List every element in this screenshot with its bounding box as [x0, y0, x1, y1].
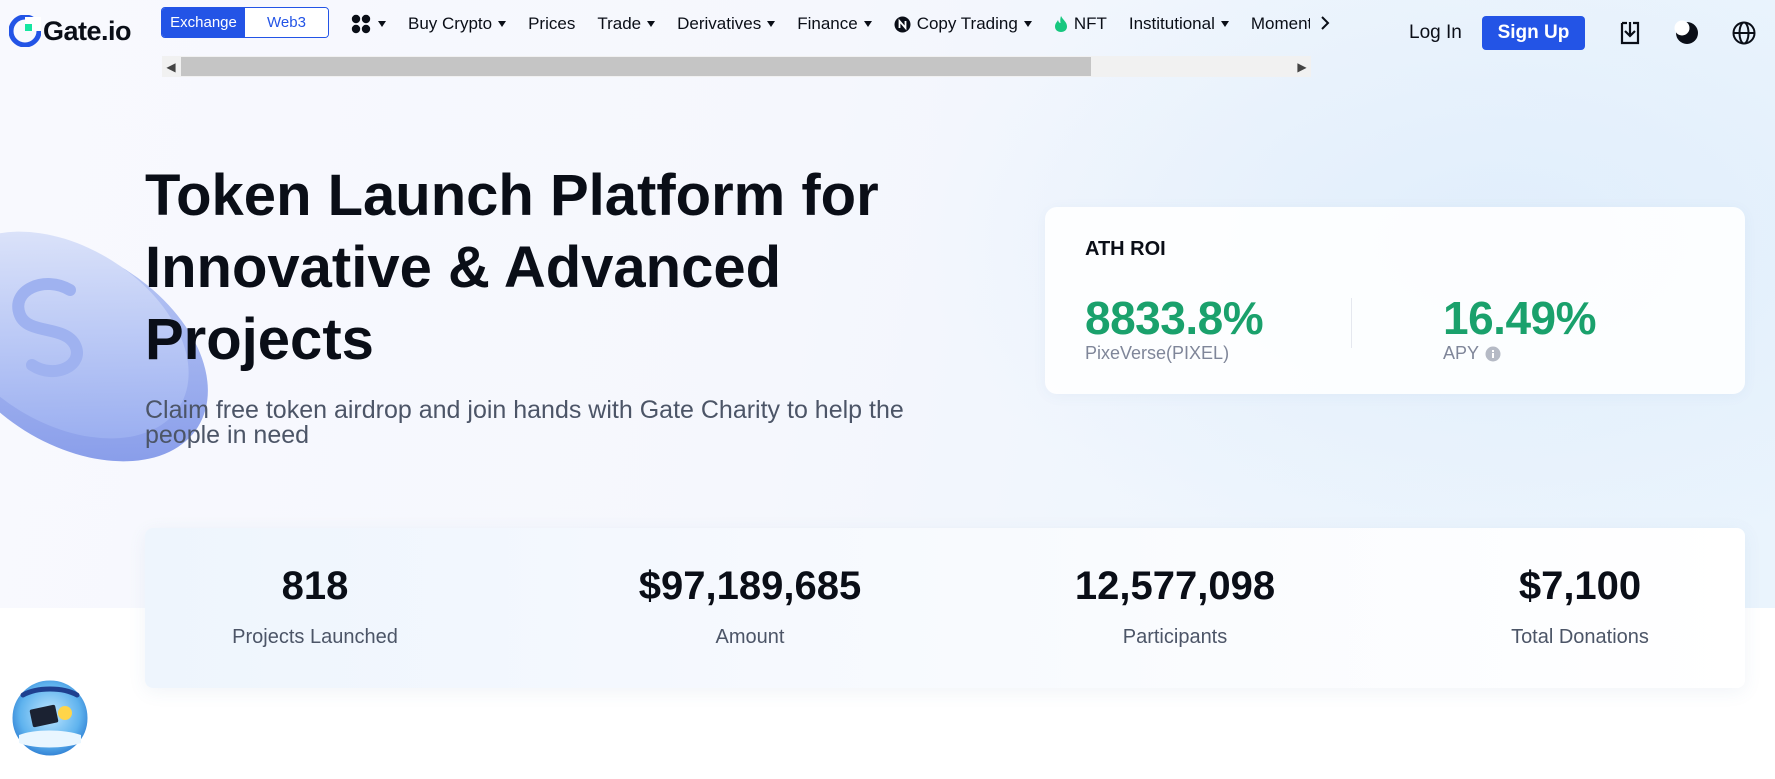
scrollbar-thumb[interactable]: [181, 57, 1091, 76]
nav-label: NFT: [1073, 14, 1107, 33]
ath-roi-card: ATH ROI 8833.8% PixeVerse(PIXEL) 16.49% …: [1045, 207, 1745, 394]
chevron-down-icon: [1220, 21, 1229, 27]
exchange-web3-switch: Exchange Web3: [161, 7, 329, 38]
apps-grid-icon: [351, 14, 371, 34]
stat-participants: 12,577,098 Participants: [1030, 562, 1320, 649]
gate-logo-icon: [9, 15, 41, 47]
apy-value: 16.49%: [1443, 292, 1597, 344]
ath-roi-project-label: PixeVerse(PIXEL): [1085, 343, 1229, 364]
hero-title-line: Innovative & Advanced: [145, 235, 782, 300]
chevron-down-icon: [863, 21, 872, 27]
roi-card-title: ATH ROI: [1085, 238, 1166, 260]
exchange-tab[interactable]: Exchange: [162, 8, 245, 37]
nav-buy-crypto[interactable]: Buy Crypto: [408, 14, 507, 34]
nav-label: Institutional: [1128, 14, 1215, 33]
scroll-right-arrow[interactable]: ▶: [1293, 56, 1311, 77]
stat-label: Total Donations: [1511, 626, 1649, 648]
stats-panel: 818 Projects Launched $97,189,685 Amount…: [145, 528, 1745, 688]
theme-toggle-icon[interactable]: [1674, 20, 1700, 46]
hero-title: Token Launch Platform for Innovative & A…: [145, 160, 995, 376]
stat-total-donations: $7,100 Total Donations: [1450, 562, 1710, 649]
info-icon[interactable]: [1485, 346, 1501, 362]
chevron-down-icon: [1023, 21, 1032, 27]
apy-label-text: APY: [1443, 343, 1480, 363]
apps-menu[interactable]: [350, 13, 386, 35]
project-name: PixeVerse(PIXEL): [1085, 343, 1230, 363]
main-nav: Buy Crypto Prices Trade Derivatives Fina…: [350, 0, 1310, 48]
nft-flame-icon: [1054, 16, 1067, 32]
nav-nft[interactable]: NFT: [1054, 14, 1107, 34]
nav-trade[interactable]: Trade: [597, 14, 656, 34]
nav-derivatives[interactable]: Derivatives: [677, 14, 776, 34]
nav-label: Prices: [528, 14, 576, 33]
stat-value: 818: [281, 564, 349, 608]
stat-label: Amount: [715, 626, 785, 648]
nav-finance[interactable]: Finance: [797, 14, 872, 34]
nav-label: Copy Trading: [916, 14, 1018, 33]
stat-value: $97,189,685: [638, 564, 862, 608]
logo-text: Gate.io: [43, 15, 132, 46]
download-icon[interactable]: [1617, 20, 1643, 46]
p2p-promo-badge-icon[interactable]: [9, 677, 91, 759]
nav-horizontal-scrollbar[interactable]: ◀ ▶: [162, 56, 1311, 77]
nav-label: Buy Crypto: [408, 14, 493, 33]
nav-label: Moments: [1250, 14, 1310, 33]
nav-label: Finance: [797, 14, 858, 33]
chevron-right-icon: [1321, 16, 1330, 30]
stat-label: Projects Launched: [232, 626, 398, 648]
nav-label: Derivatives: [677, 14, 762, 33]
chevron-down-icon: [378, 21, 386, 27]
card-divider: [1351, 298, 1352, 348]
hero-title-line: Projects: [145, 307, 374, 372]
language-globe-icon[interactable]: [1731, 20, 1757, 46]
ath-roi-value: 8833.8%: [1085, 292, 1264, 344]
hero-subtitle: Claim free token airdrop and join hands …: [145, 396, 904, 449]
nav-institutional[interactable]: Institutional: [1129, 14, 1229, 34]
copy-trading-icon: [894, 16, 911, 32]
apy-label: APY: [1443, 343, 1501, 364]
stat-projects-launched: 818 Projects Launched: [185, 562, 445, 649]
stat-value: 12,577,098: [1074, 564, 1276, 608]
login-button[interactable]: Log In: [1409, 22, 1462, 44]
chevron-down-icon: [767, 21, 776, 27]
nav-label: Trade: [597, 14, 642, 33]
web3-tab[interactable]: Web3: [245, 8, 328, 37]
nav-copy-trading[interactable]: Copy Trading: [894, 14, 1032, 34]
gate-logo[interactable]: Gate.io: [9, 14, 132, 48]
scroll-left-arrow[interactable]: ◀: [162, 56, 180, 77]
nav-moments[interactable]: Moments: [1251, 14, 1310, 34]
chevron-down-icon: [647, 21, 656, 27]
top-header: Gate.io Exchange Web3 Buy Crypto Prices …: [0, 0, 1775, 77]
hero-title-line: Token Launch Platform for: [145, 163, 879, 228]
stat-label: Participants: [1122, 626, 1228, 648]
chevron-down-icon: [498, 21, 507, 27]
signup-button[interactable]: Sign Up: [1482, 16, 1585, 50]
stat-amount: $97,189,685 Amount: [605, 562, 895, 649]
stat-value: $7,100: [1518, 564, 1642, 608]
nav-prices[interactable]: Prices: [528, 14, 575, 34]
nav-scroll-right-button[interactable]: [1315, 13, 1335, 33]
